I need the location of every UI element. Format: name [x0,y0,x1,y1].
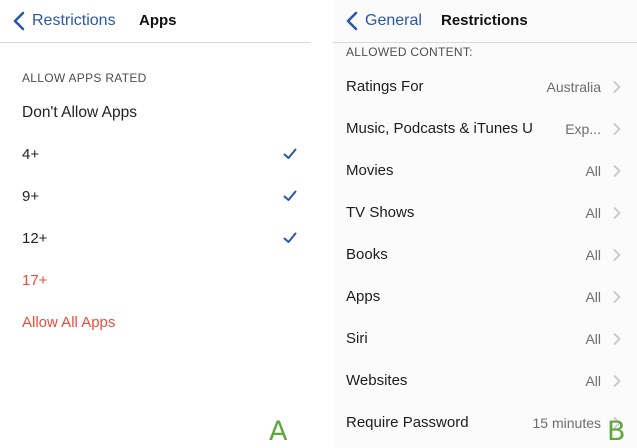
section-header-allowed-content: ALLOWED CONTENT: [346,45,473,59]
rating-option-label: 4+ [22,146,40,163]
rating-option-12plus[interactable]: 12+ [0,218,311,260]
row-label: TV Shows [346,204,415,221]
allow-all-apps-label: Allow All Apps [22,314,116,331]
back-button-general[interactable]: General [343,10,422,32]
allowed-content-list: Ratings For Australia Music, Podcasts & … [333,66,637,444]
back-button-restrictions[interactable]: Restrictions [10,10,116,32]
row-books[interactable]: Books All [333,234,637,276]
chevron-right-icon [613,375,621,387]
row-ratings-for[interactable]: Ratings For Australia [333,66,637,108]
rating-option-4plus[interactable]: 4+ [0,134,311,176]
allow-all-apps-option[interactable]: Allow All Apps [0,302,311,344]
checkmark-icon [283,148,297,159]
checkmark-icon [283,232,297,243]
row-label: Siri [346,330,368,347]
restrictions-screen: General Restrictions ALLOWED CONTENT: Ra… [333,0,637,448]
navigation-bar: General Restrictions [333,0,637,43]
row-value: All [585,205,601,221]
row-value: All [585,163,601,179]
rating-option-17plus[interactable]: 17+ [0,260,311,302]
row-label: Websites [346,372,408,389]
row-value: Australia [546,79,601,95]
row-require-password[interactable]: Require Password 15 minutes [333,402,637,444]
row-value: All [585,331,601,347]
chevron-right-icon [613,249,621,261]
row-tv-shows[interactable]: TV Shows All [333,192,637,234]
navigation-bar: Restrictions Apps [0,0,311,43]
chevron-left-icon [346,11,358,31]
row-movies[interactable]: Movies All [333,150,637,192]
chevron-right-icon [613,291,621,303]
row-label: Movies [346,162,394,179]
rating-option-label: 9+ [22,188,40,205]
panel-label-b: B [607,416,626,447]
chevron-right-icon [613,81,621,93]
row-value: All [585,247,601,263]
back-button-label: General [365,12,422,29]
page-title: Apps [139,12,177,29]
apps-rating-screen: Restrictions Apps ALLOW APPS RATED Don't… [0,0,311,448]
chevron-right-icon [613,165,621,177]
section-header-allow-apps-rated: ALLOW APPS RATED [22,71,147,85]
chevron-right-icon [613,123,621,135]
row-music-podcasts-itunes-u[interactable]: Music, Podcasts & iTunes U Exp... [333,108,637,150]
panel-label-a: A [269,416,288,447]
rating-option-dont-allow[interactable]: Don't Allow Apps [0,92,311,134]
chevron-right-icon [613,333,621,345]
row-siri[interactable]: Siri All [333,318,637,360]
chevron-left-icon [13,11,25,31]
row-label: Music, Podcasts & iTunes U [346,120,534,137]
row-value: All [585,289,601,305]
page-title: Restrictions [441,12,528,29]
chevron-right-icon [613,207,621,219]
row-value: Exp... [565,121,601,137]
rating-option-label: 12+ [22,230,48,247]
row-websites[interactable]: Websites All [333,360,637,402]
row-apps[interactable]: Apps All [333,276,637,318]
row-label: Require Password [346,414,469,431]
rating-option-label: Don't Allow Apps [22,104,137,121]
row-label: Ratings For [346,78,424,95]
row-value: All [585,373,601,389]
rating-option-9plus[interactable]: 9+ [0,176,311,218]
row-value: 15 minutes [532,415,601,431]
back-button-label: Restrictions [32,12,116,29]
checkmark-icon [283,190,297,201]
row-label: Books [346,246,388,263]
rating-option-label: 17+ [22,272,48,289]
row-label: Apps [346,288,381,305]
rating-options-list: Don't Allow Apps 4+ 9+ 12+ 17+ [0,92,311,302]
